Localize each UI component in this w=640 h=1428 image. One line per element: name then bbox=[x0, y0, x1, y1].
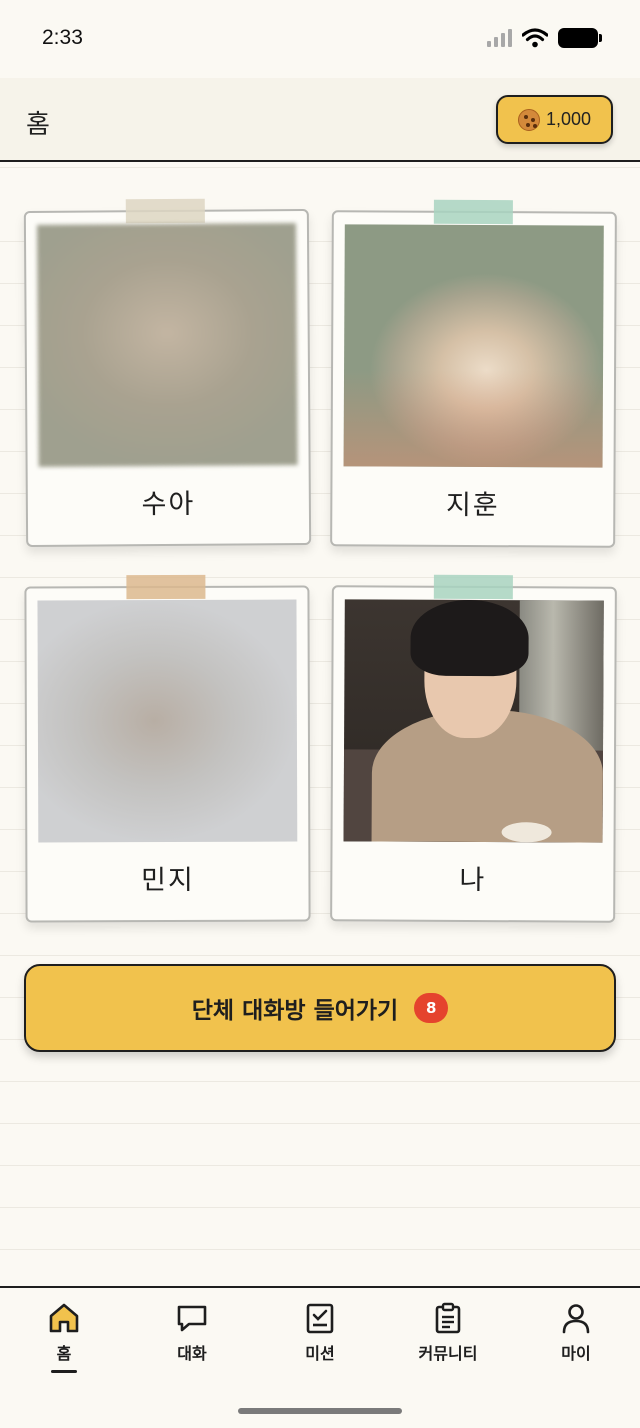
cookie-count: 1,000 bbox=[545, 109, 592, 129]
app-header: 홈 1,000 bbox=[0, 78, 640, 162]
cookie-icon bbox=[517, 108, 540, 131]
tape-strip bbox=[433, 199, 513, 225]
member-photo-blurred bbox=[36, 223, 298, 467]
member-photo bbox=[343, 599, 604, 843]
status-time: 2:33 bbox=[42, 26, 83, 49]
member-card-jihoon[interactable]: 지훈 bbox=[330, 199, 617, 548]
tape-strip bbox=[125, 198, 205, 224]
tab-label: 미션 bbox=[305, 1344, 335, 1363]
tab-label: 마이 bbox=[561, 1344, 591, 1363]
status-bar: 2:33 bbox=[0, 0, 640, 78]
join-group-chat-button[interactable]: 단체 대화방 들어가기 8 bbox=[24, 964, 616, 1052]
tape-strip bbox=[126, 574, 206, 600]
member-card-sua[interactable]: 수아 bbox=[23, 198, 312, 547]
active-tab-indicator bbox=[51, 1370, 77, 1373]
page-title: 홈 bbox=[26, 110, 50, 140]
tab-home[interactable]: 홈 bbox=[0, 1288, 128, 1398]
tab-label: 대화 bbox=[177, 1344, 207, 1363]
member-card-minji[interactable]: 민지 bbox=[24, 574, 311, 923]
tab-chat[interactable]: 대화 bbox=[128, 1288, 256, 1398]
tab-community[interactable]: 커뮤니티 bbox=[384, 1288, 512, 1398]
home-indicator bbox=[238, 1408, 402, 1414]
person-icon bbox=[562, 1304, 590, 1334]
member-name: 수아 bbox=[141, 488, 196, 521]
checklist-icon bbox=[306, 1303, 334, 1334]
home-icon bbox=[49, 1303, 79, 1333]
cookie-balance-button[interactable]: 1,000 bbox=[496, 95, 613, 144]
tab-my[interactable]: 마이 bbox=[512, 1288, 640, 1398]
battery-icon bbox=[558, 28, 602, 48]
member-name: 나 bbox=[459, 864, 487, 897]
member-name: 지훈 bbox=[445, 489, 500, 522]
tab-mission[interactable]: 미션 bbox=[256, 1288, 384, 1398]
member-name: 민지 bbox=[141, 864, 195, 897]
bottom-tab-bar: 홈 대화 미션 커뮤니티 마이 bbox=[0, 1286, 640, 1428]
signal-icon bbox=[487, 29, 512, 47]
member-card-me[interactable]: 나 bbox=[330, 574, 617, 923]
tab-label: 홈 bbox=[56, 1344, 72, 1363]
tab-label: 커뮤니티 bbox=[418, 1344, 478, 1363]
member-photo-blurred bbox=[343, 224, 604, 468]
wifi-icon bbox=[522, 28, 548, 48]
unread-count-badge: 8 bbox=[414, 993, 449, 1023]
clipboard-icon bbox=[435, 1302, 461, 1334]
status-icons bbox=[487, 28, 602, 48]
tape-strip bbox=[433, 574, 513, 600]
group-chat-label: 단체 대화방 들어가기 bbox=[191, 998, 399, 1024]
member-photo-blurred bbox=[37, 599, 298, 843]
chat-bubble-icon bbox=[177, 1305, 207, 1332]
